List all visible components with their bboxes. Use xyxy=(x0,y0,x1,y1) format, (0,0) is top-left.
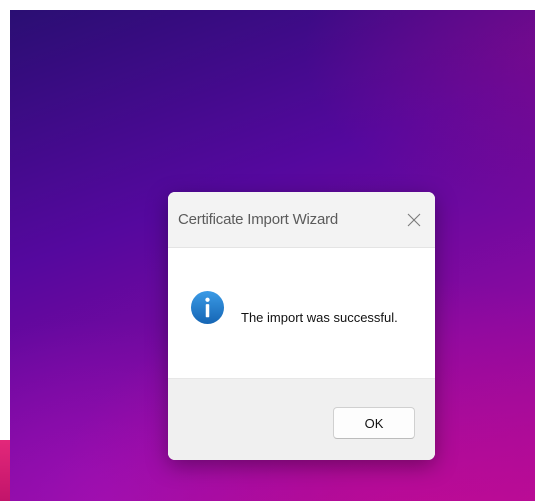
dialog-content: The import was successful. xyxy=(168,248,435,378)
dialog-footer: OK xyxy=(168,378,435,460)
ok-button[interactable]: OK xyxy=(333,407,415,439)
dialog-titlebar: Certificate Import Wizard xyxy=(168,192,435,248)
info-icon xyxy=(190,290,225,325)
screen: Certificate Import Wizard The import was… xyxy=(0,0,535,501)
desktop-edge-strip xyxy=(0,440,10,501)
close-button[interactable] xyxy=(399,206,429,234)
close-icon xyxy=(407,213,421,227)
dialog-title: Certificate Import Wizard xyxy=(178,211,339,228)
certificate-import-dialog: Certificate Import Wizard The import was… xyxy=(168,192,435,460)
dialog-message: The import was successful. xyxy=(241,310,398,325)
